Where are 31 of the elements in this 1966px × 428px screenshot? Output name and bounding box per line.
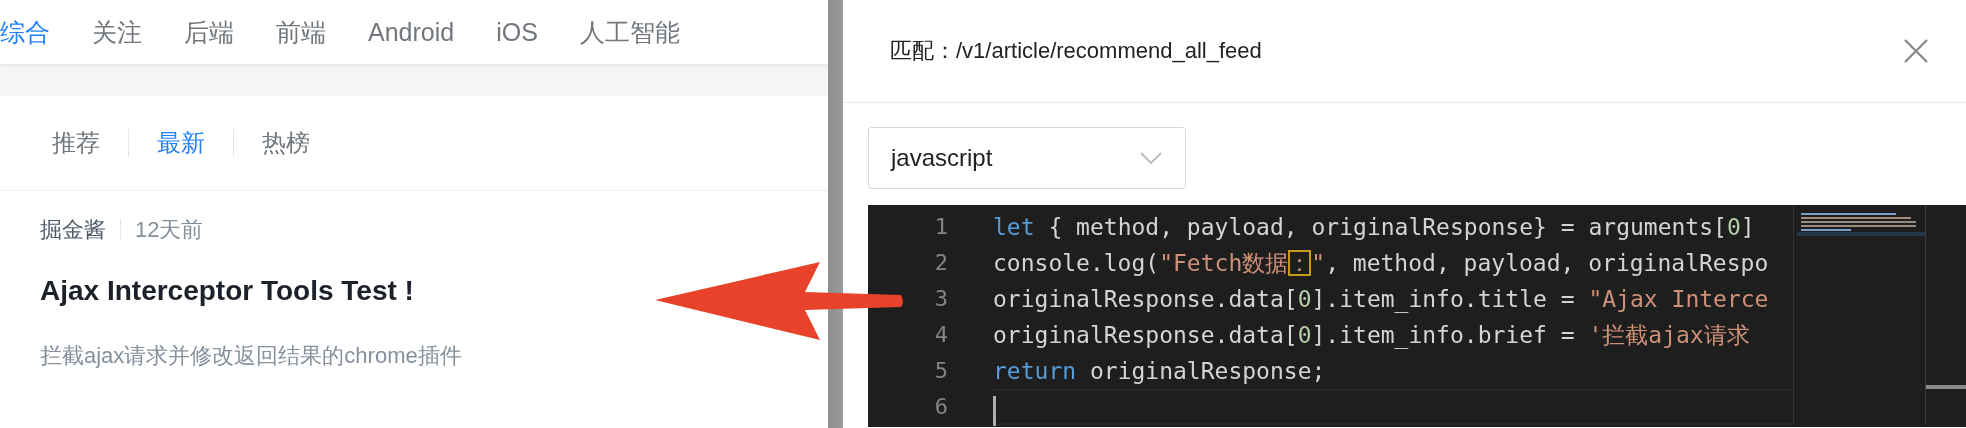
line-number: 6 xyxy=(933,393,948,421)
nav-tab[interactable]: Android xyxy=(368,17,455,47)
code-line: originalResponse.data[0].item_info.brief = '拦截ajax请求 xyxy=(993,321,1751,351)
line-number: 1 xyxy=(933,213,948,241)
post-time: 12天前 xyxy=(135,216,204,244)
close-icon[interactable] xyxy=(1903,38,1929,64)
sub-tab[interactable]: 推荐 xyxy=(52,127,100,159)
chevron-icon xyxy=(1139,151,1163,165)
article-title[interactable]: Ajax Interceptor Tools Test ! xyxy=(40,275,414,307)
article-summary: 拦截ajax请求并修改返回结果的chrome插件 xyxy=(40,342,463,370)
drawer-title: 匹配：/v1/article/recommend_all_feed xyxy=(890,37,1262,65)
line-number: 4 xyxy=(933,321,948,349)
nav-tab[interactable]: 前端 xyxy=(276,15,326,49)
nav-tab[interactable]: 综合 xyxy=(0,15,50,49)
author-name[interactable]: 掘金酱 xyxy=(40,215,106,245)
language-select[interactable]: javascript xyxy=(868,127,1186,189)
nav-tab[interactable]: 后端 xyxy=(184,15,234,49)
code-line: console.log("Fetch数据：", method, payload, originalRespo xyxy=(993,249,1770,278)
arrow-icon xyxy=(655,262,905,342)
code-line: originalResponse.data[0].item_info.title = "Ajax Interce xyxy=(993,285,1770,315)
code-editor[interactable] xyxy=(868,205,1966,427)
line-number: 3 xyxy=(933,285,948,313)
code-line: let { method, payload, originalResponse} = arguments[0] xyxy=(993,213,1756,242)
sub-tab[interactable]: 热榜 xyxy=(262,127,310,159)
line-number: 2 xyxy=(933,249,948,277)
sub-tab[interactable]: 最新 xyxy=(157,127,205,159)
nav-tab[interactable]: iOS xyxy=(496,17,538,47)
nav-tab[interactable]: 人工智能 xyxy=(579,15,680,49)
nav-tab[interactable]: 关注 xyxy=(92,15,142,49)
line-number: 5 xyxy=(933,357,948,385)
code-line: return originalResponse; xyxy=(993,357,1327,386)
